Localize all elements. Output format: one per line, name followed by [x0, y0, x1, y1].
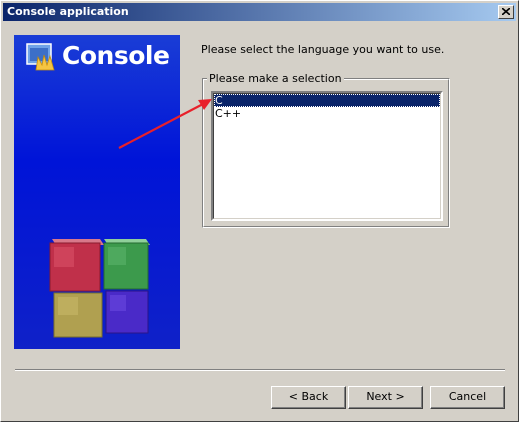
title-bar[interactable]: Console application	[3, 3, 516, 21]
button-separator	[15, 369, 505, 371]
selection-group-legend: Please make a selection	[207, 72, 344, 85]
close-button[interactable]	[498, 5, 514, 19]
console-app-icon	[26, 43, 55, 71]
red-arrow-annotation	[118, 99, 212, 149]
back-button[interactable]: < Back	[271, 386, 346, 409]
list-item-c[interactable]: C	[214, 94, 440, 107]
console-application-dialog: Console application Console Please selec…	[0, 0, 519, 422]
banner-title: Console	[62, 41, 170, 70]
cancel-button[interactable]: Cancel	[430, 386, 505, 409]
close-icon	[502, 8, 510, 15]
cubes-logo-icon	[49, 239, 150, 338]
language-listbox[interactable]: C C++	[211, 91, 443, 221]
list-item-cpp[interactable]: C++	[214, 107, 440, 120]
window-title: Console application	[7, 5, 129, 18]
wizard-banner: Console	[14, 35, 180, 349]
instruction-text: Please select the language you want to u…	[201, 43, 445, 56]
next-button[interactable]: Next >	[348, 386, 423, 409]
